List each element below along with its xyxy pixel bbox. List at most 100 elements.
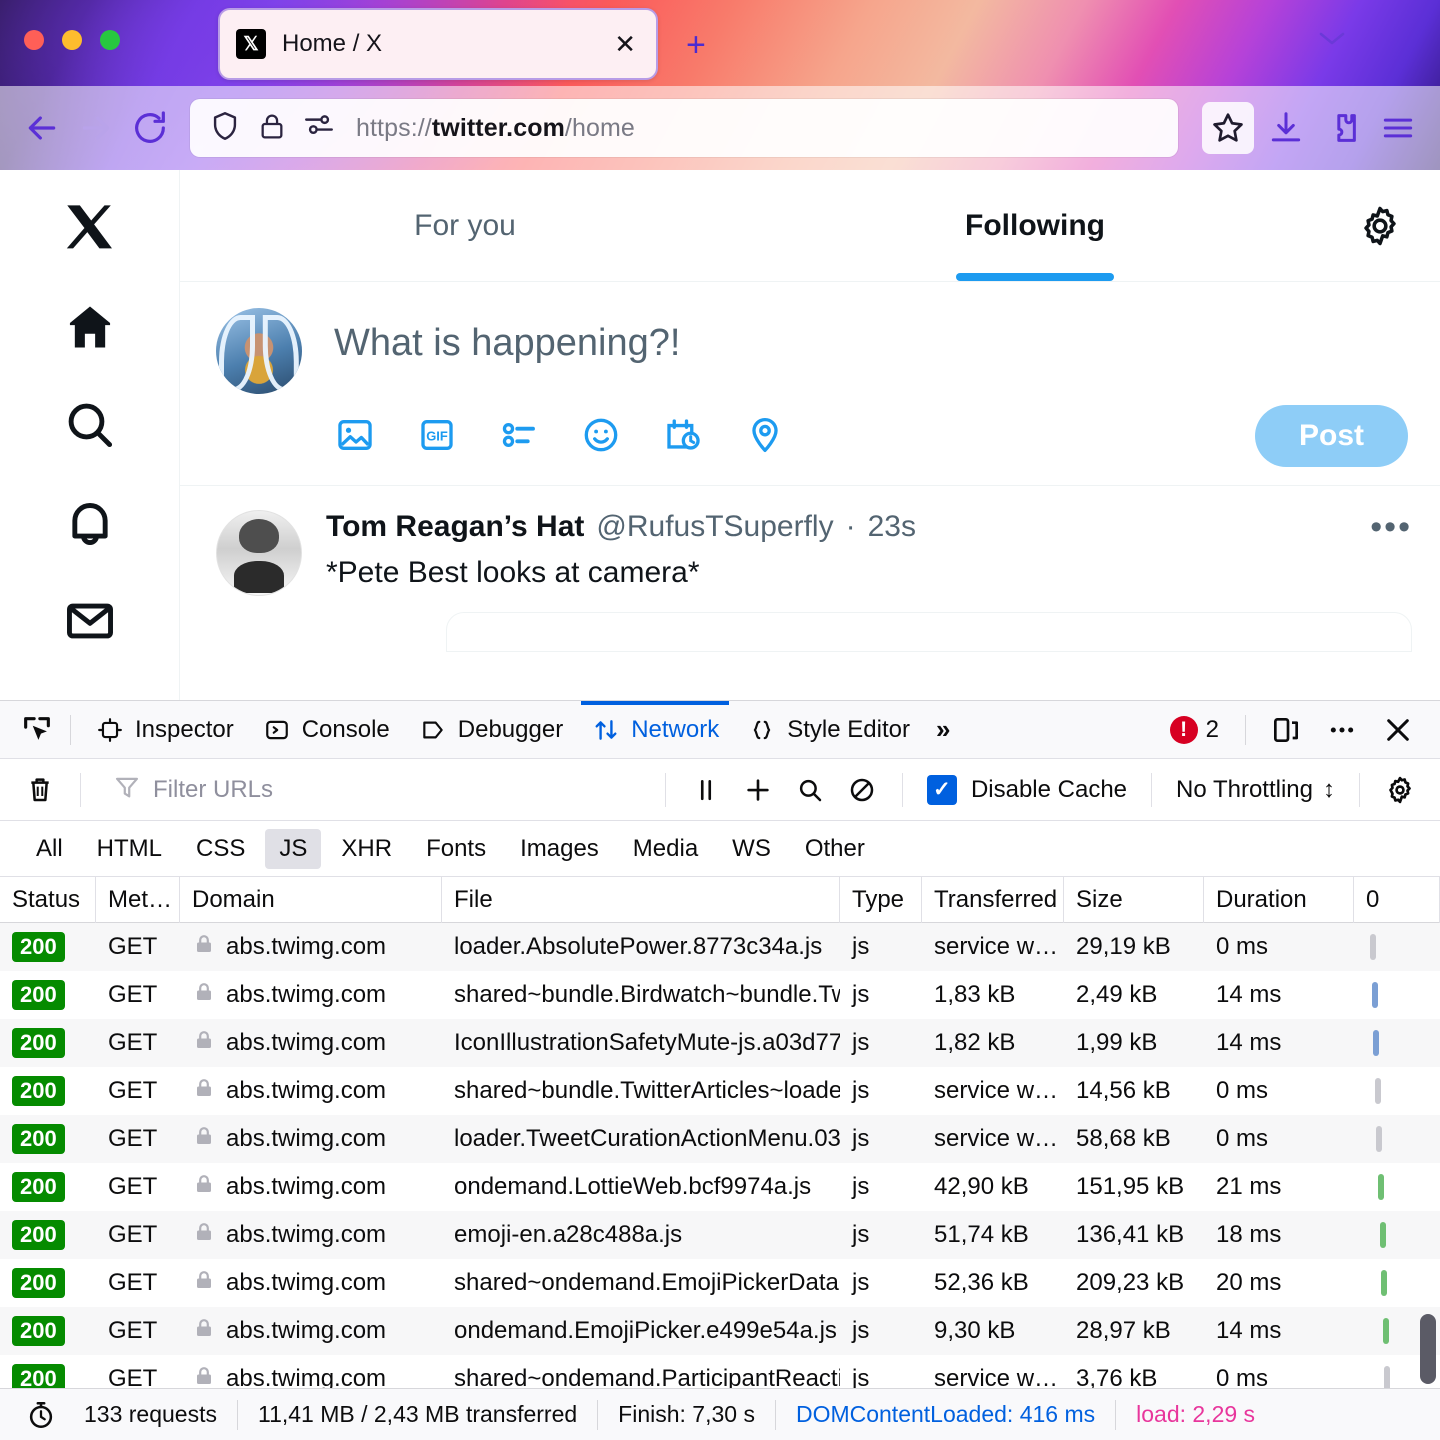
- tweet-avatar[interactable]: [216, 510, 302, 596]
- tweet-author-name[interactable]: Tom Reagan’s Hat: [326, 510, 584, 544]
- cell-file: loader.AbsolutePower.8773c34a.js: [454, 933, 823, 960]
- column-header-file[interactable]: File: [442, 877, 840, 923]
- column-header-waterfall[interactable]: 0: [1354, 877, 1440, 923]
- poll-icon[interactable]: [498, 414, 542, 458]
- filter-urls-input[interactable]: Filter URLs: [95, 773, 651, 806]
- tweet-timestamp[interactable]: 23s: [868, 510, 916, 544]
- sidebar-item-home[interactable]: [59, 296, 121, 358]
- table-row[interactable]: 200 GET abs.twimg.com loader.AbsolutePower.…: [0, 923, 1440, 971]
- tab-style-editor[interactable]: Style Editor: [733, 701, 924, 759]
- reload-icon[interactable]: [126, 104, 174, 152]
- composer-placeholder[interactable]: What is happening?!: [326, 308, 1412, 365]
- image-icon[interactable]: [334, 414, 378, 458]
- cell-transferred: 42,90 kB: [934, 1173, 1029, 1200]
- table-row[interactable]: 200 GET abs.twimg.com shared~bundle.Twitter…: [0, 1067, 1440, 1115]
- new-tab-button[interactable]: +: [686, 28, 706, 62]
- composer-icon-row: GIF: [326, 414, 788, 458]
- column-header-size[interactable]: Size: [1064, 877, 1204, 923]
- post-button[interactable]: Post: [1254, 405, 1408, 467]
- status-badge: 200: [12, 1171, 65, 1203]
- tweet-author-handle[interactable]: @RufusTSuperfly: [596, 510, 833, 544]
- filter-js[interactable]: JS: [265, 828, 322, 869]
- tab-following[interactable]: Following: [750, 170, 1320, 281]
- window-controls[interactable]: [24, 30, 120, 50]
- puzzle-piece-icon[interactable]: [1318, 104, 1366, 152]
- element-picker-icon[interactable]: [14, 713, 60, 747]
- minimize-window-button[interactable]: [62, 30, 82, 50]
- tracking-protection-settings-icon[interactable]: [302, 109, 336, 148]
- column-header-status[interactable]: Status: [0, 877, 96, 923]
- more-horizontal-icon[interactable]: [1316, 704, 1368, 756]
- filter-css[interactable]: CSS: [182, 829, 259, 869]
- url-text[interactable]: https://twitter.com/home: [356, 114, 635, 143]
- throttling-value: No Throttling: [1176, 775, 1313, 803]
- sidebar-item-messages[interactable]: [59, 590, 121, 652]
- table-row[interactable]: 200 GET abs.twimg.com emoji-en.a28c488a.js j…: [0, 1211, 1440, 1259]
- more-horizontal-icon[interactable]: •••: [1370, 509, 1412, 544]
- table-scrollbar[interactable]: [1420, 1314, 1436, 1384]
- sidebar-item-x-logo[interactable]: [59, 198, 121, 260]
- address-bar[interactable]: https://twitter.com/home: [190, 99, 1178, 157]
- shield-icon[interactable]: [208, 109, 242, 148]
- tab-for-you[interactable]: For you: [180, 170, 750, 281]
- filter-xhr[interactable]: XHR: [327, 829, 406, 869]
- padlock-icon[interactable]: [256, 110, 288, 147]
- sidebar-item-notifications[interactable]: [59, 492, 121, 554]
- filter-images[interactable]: Images: [506, 829, 613, 869]
- filter-ws[interactable]: WS: [718, 829, 785, 869]
- gear-icon[interactable]: [1320, 201, 1440, 251]
- table-row[interactable]: 200 GET abs.twimg.com IconIllustrationSafet…: [0, 1019, 1440, 1067]
- tab-debugger[interactable]: Debugger: [404, 701, 577, 759]
- close-tab-icon[interactable]: ✕: [610, 31, 640, 57]
- table-row[interactable]: 200 GET abs.twimg.com ondemand.EmojiPicker.…: [0, 1307, 1440, 1355]
- table-row[interactable]: 200 GET abs.twimg.com shared~ondemand.Emoji…: [0, 1259, 1440, 1307]
- table-row[interactable]: 200 GET abs.twimg.com shared~ondemand.Parti…: [0, 1355, 1440, 1388]
- column-header-duration[interactable]: Duration: [1204, 877, 1354, 923]
- responsive-design-mode-icon[interactable]: [1260, 704, 1312, 756]
- table-row[interactable]: 200 GET abs.twimg.com loader.TweetCurationA…: [0, 1115, 1440, 1163]
- gif-icon[interactable]: GIF: [416, 414, 460, 458]
- filter-media[interactable]: Media: [619, 829, 712, 869]
- column-header-domain[interactable]: Domain: [180, 877, 442, 923]
- cell-status: 200: [0, 1355, 96, 1388]
- close-devtools-icon[interactable]: [1372, 704, 1424, 756]
- network-settings-gear-icon[interactable]: [1374, 764, 1426, 816]
- hamburger-menu-icon[interactable]: [1374, 104, 1422, 152]
- close-window-button[interactable]: [24, 30, 44, 50]
- filter-other[interactable]: Other: [791, 829, 879, 869]
- tab-title: Home / X: [282, 30, 383, 57]
- plus-icon[interactable]: [732, 764, 784, 816]
- browser-tab[interactable]: 𝕏 Home / X ✕: [218, 8, 658, 80]
- sidebar-item-explore[interactable]: [59, 394, 121, 456]
- tab-network[interactable]: Network: [577, 700, 733, 759]
- download-icon[interactable]: [1262, 104, 1310, 152]
- location-icon[interactable]: [744, 414, 788, 458]
- domain-text: abs.twimg.com: [226, 1317, 387, 1344]
- filter-all[interactable]: All: [22, 829, 77, 869]
- tab-inspector[interactable]: Inspector: [81, 701, 248, 759]
- pause-icon[interactable]: [680, 764, 732, 816]
- tab-console[interactable]: Console: [248, 701, 404, 759]
- trash-icon[interactable]: [14, 764, 66, 816]
- forward-arrow-icon[interactable]: [72, 104, 120, 152]
- star-icon[interactable]: [1202, 102, 1254, 154]
- filter-html[interactable]: HTML: [83, 829, 176, 869]
- block-icon[interactable]: [836, 764, 888, 816]
- table-row[interactable]: 200 GET abs.twimg.com ondemand.LottieWeb.bc…: [0, 1163, 1440, 1211]
- list-all-tabs-icon[interactable]: [1318, 30, 1346, 46]
- back-arrow-icon[interactable]: [18, 104, 66, 152]
- column-header-type[interactable]: Type: [840, 877, 922, 923]
- maximize-window-button[interactable]: [100, 30, 120, 50]
- avatar[interactable]: [216, 308, 302, 394]
- chevron-double-right-icon[interactable]: »: [924, 714, 962, 745]
- schedule-icon[interactable]: [662, 414, 706, 458]
- disable-cache-checkbox[interactable]: ✓ Disable Cache: [917, 774, 1137, 805]
- column-header-method[interactable]: Met…: [96, 877, 180, 923]
- filter-fonts[interactable]: Fonts: [412, 829, 500, 869]
- table-row[interactable]: 200 GET abs.twimg.com shared~bundle.Birdwat…: [0, 971, 1440, 1019]
- error-count-badge[interactable]: ! 2: [1169, 715, 1231, 744]
- column-header-transferred[interactable]: Transferred: [922, 877, 1064, 923]
- search-icon[interactable]: [784, 764, 836, 816]
- throttling-select[interactable]: No Throttling ↕: [1166, 776, 1345, 804]
- emoji-icon[interactable]: [580, 414, 624, 458]
